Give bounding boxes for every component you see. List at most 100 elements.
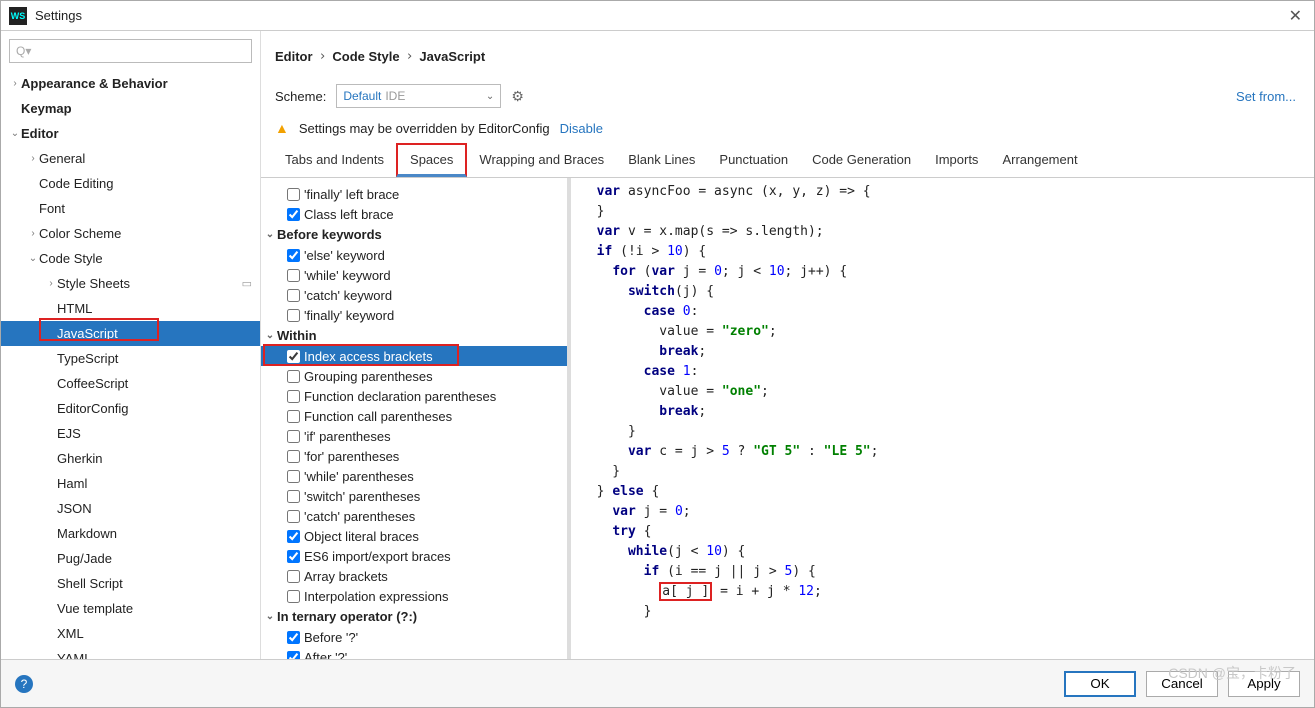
tree-item-markdown[interactable]: Markdown xyxy=(1,521,260,546)
disable-link[interactable]: Disable xyxy=(560,121,603,136)
option--while-parentheses[interactable]: 'while' parentheses xyxy=(261,466,567,486)
checkbox[interactable] xyxy=(287,430,300,443)
option-object-literal-braces[interactable]: Object literal braces xyxy=(261,526,567,546)
tree-item-font[interactable]: Font xyxy=(1,196,260,221)
checkbox[interactable] xyxy=(287,208,300,221)
tree-item-pug-jade[interactable]: Pug/Jade xyxy=(1,546,260,571)
chevron-icon: › xyxy=(45,278,57,289)
checkbox[interactable] xyxy=(287,450,300,463)
warning-row: ▲ Settings may be overridden by EditorCo… xyxy=(261,116,1314,146)
checkbox[interactable] xyxy=(287,249,300,262)
checkbox[interactable] xyxy=(287,550,300,563)
option-es6-import-export-braces[interactable]: ES6 import/export braces xyxy=(261,546,567,566)
window-titlebar: WS Settings ✕ xyxy=(1,1,1314,31)
checkbox[interactable] xyxy=(287,370,300,383)
tab-arrangement[interactable]: Arrangement xyxy=(990,145,1089,177)
tree-item-yaml[interactable]: YAML xyxy=(1,646,260,659)
apply-button[interactable]: Apply xyxy=(1228,671,1300,697)
option--finally-left-brace[interactable]: 'finally' left brace xyxy=(261,184,567,204)
search-placeholder: Q▾ xyxy=(16,44,31,58)
gear-icon[interactable]: ⚙ xyxy=(511,88,524,105)
set-from-link[interactable]: Set from... xyxy=(1236,89,1296,104)
tree-item-gherkin[interactable]: Gherkin xyxy=(1,446,260,471)
highlight-box-array-access: a[ j ] xyxy=(659,582,712,601)
tab-wrapping-and-braces[interactable]: Wrapping and Braces xyxy=(467,145,616,177)
group-within[interactable]: ⌄Within xyxy=(261,325,567,346)
close-icon[interactable]: ✕ xyxy=(1285,6,1306,26)
option-class-left-brace[interactable]: Class left brace xyxy=(261,204,567,224)
help-icon[interactable]: ? xyxy=(15,675,33,693)
option--finally-keyword[interactable]: 'finally' keyword xyxy=(261,305,567,325)
option-array-brackets[interactable]: Array brackets xyxy=(261,566,567,586)
option--switch-parentheses[interactable]: 'switch' parentheses xyxy=(261,486,567,506)
checkbox[interactable] xyxy=(287,470,300,483)
tree-item-code-style[interactable]: ⌄Code Style xyxy=(1,246,260,271)
option--catch-parentheses[interactable]: 'catch' parentheses xyxy=(261,506,567,526)
checkbox[interactable] xyxy=(287,350,300,363)
tab-tabs-and-indents[interactable]: Tabs and Indents xyxy=(273,145,396,177)
tree-item-xml[interactable]: XML xyxy=(1,621,260,646)
tree-item-color-scheme[interactable]: ›Color Scheme xyxy=(1,221,260,246)
tab-imports[interactable]: Imports xyxy=(923,145,990,177)
tree-item-general[interactable]: ›General xyxy=(1,146,260,171)
scheme-select[interactable]: Default IDE ⌄ xyxy=(336,84,501,108)
tab-code-generation[interactable]: Code Generation xyxy=(800,145,923,177)
ok-button[interactable]: OK xyxy=(1064,671,1136,697)
option-interpolation-expressions[interactable]: Interpolation expressions xyxy=(261,586,567,606)
tree-item-style-sheets[interactable]: ›Style Sheets▭ xyxy=(1,271,260,296)
tab-blank-lines[interactable]: Blank Lines xyxy=(616,145,707,177)
tree-item-javascript[interactable]: JavaScript xyxy=(1,321,260,346)
checkbox[interactable] xyxy=(287,269,300,282)
chevron-icon: ⌄ xyxy=(9,128,21,139)
tree-item-html[interactable]: HTML xyxy=(1,296,260,321)
option--for-parentheses[interactable]: 'for' parentheses xyxy=(261,446,567,466)
option-function-call-parentheses[interactable]: Function call parentheses xyxy=(261,406,567,426)
option-function-declaration-parentheses[interactable]: Function declaration parentheses xyxy=(261,386,567,406)
bottom-bar: ? OK Cancel Apply xyxy=(1,659,1314,707)
option-before-[interactable]: Before '?' xyxy=(261,627,567,647)
checkbox[interactable] xyxy=(287,188,300,201)
tree-item-keymap[interactable]: Keymap xyxy=(1,96,260,121)
checkbox[interactable] xyxy=(287,530,300,543)
tree-item-vue-template[interactable]: Vue template xyxy=(1,596,260,621)
tree-item-ejs[interactable]: EJS xyxy=(1,421,260,446)
group-in-ternary-operator-[interactable]: ⌄In ternary operator (?:) xyxy=(261,606,567,627)
settings-tree: ›Appearance & BehaviorKeymap⌄Editor›Gene… xyxy=(1,71,260,659)
tree-item-haml[interactable]: Haml xyxy=(1,471,260,496)
option-grouping-parentheses[interactable]: Grouping parentheses xyxy=(261,366,567,386)
breadcrumb-2: JavaScript xyxy=(419,49,485,64)
cancel-button[interactable]: Cancel xyxy=(1146,671,1218,697)
checkbox[interactable] xyxy=(287,289,300,302)
group-before-keywords[interactable]: ⌄Before keywords xyxy=(261,224,567,245)
chevron-icon: › xyxy=(9,78,21,89)
option-index-access-brackets[interactable]: Index access brackets xyxy=(261,346,567,366)
code-preview: var asyncFoo = async (x, y, z) => { } va… xyxy=(571,178,1314,659)
checkbox[interactable] xyxy=(287,390,300,403)
search-input[interactable]: Q▾ xyxy=(9,39,252,63)
tree-item-editorconfig[interactable]: EditorConfig xyxy=(1,396,260,421)
checkbox[interactable] xyxy=(287,590,300,603)
checkbox[interactable] xyxy=(287,309,300,322)
warning-text: Settings may be overridden by EditorConf… xyxy=(299,121,550,136)
tab-punctuation[interactable]: Punctuation xyxy=(707,145,800,177)
tab-spaces[interactable]: Spaces xyxy=(396,143,467,177)
option--while-keyword[interactable]: 'while' keyword xyxy=(261,265,567,285)
option--else-keyword[interactable]: 'else' keyword xyxy=(261,245,567,265)
checkbox[interactable] xyxy=(287,651,300,660)
tree-item-editor[interactable]: ⌄Editor xyxy=(1,121,260,146)
checkbox[interactable] xyxy=(287,490,300,503)
option--if-parentheses[interactable]: 'if' parentheses xyxy=(261,426,567,446)
checkbox[interactable] xyxy=(287,570,300,583)
checkbox[interactable] xyxy=(287,510,300,523)
option--catch-keyword[interactable]: 'catch' keyword xyxy=(261,285,567,305)
checkbox[interactable] xyxy=(287,410,300,423)
tree-item-typescript[interactable]: TypeScript xyxy=(1,346,260,371)
tree-item-appearance-behavior[interactable]: ›Appearance & Behavior xyxy=(1,71,260,96)
option-after-[interactable]: After '?' xyxy=(261,647,567,659)
tree-item-shell-script[interactable]: Shell Script xyxy=(1,571,260,596)
tree-item-code-editing[interactable]: Code Editing xyxy=(1,171,260,196)
checkbox[interactable] xyxy=(287,631,300,644)
tree-item-json[interactable]: JSON xyxy=(1,496,260,521)
tree-item-coffeescript[interactable]: CoffeeScript xyxy=(1,371,260,396)
scheme-row: Scheme: Default IDE ⌄ ⚙ Set from... xyxy=(261,76,1314,116)
